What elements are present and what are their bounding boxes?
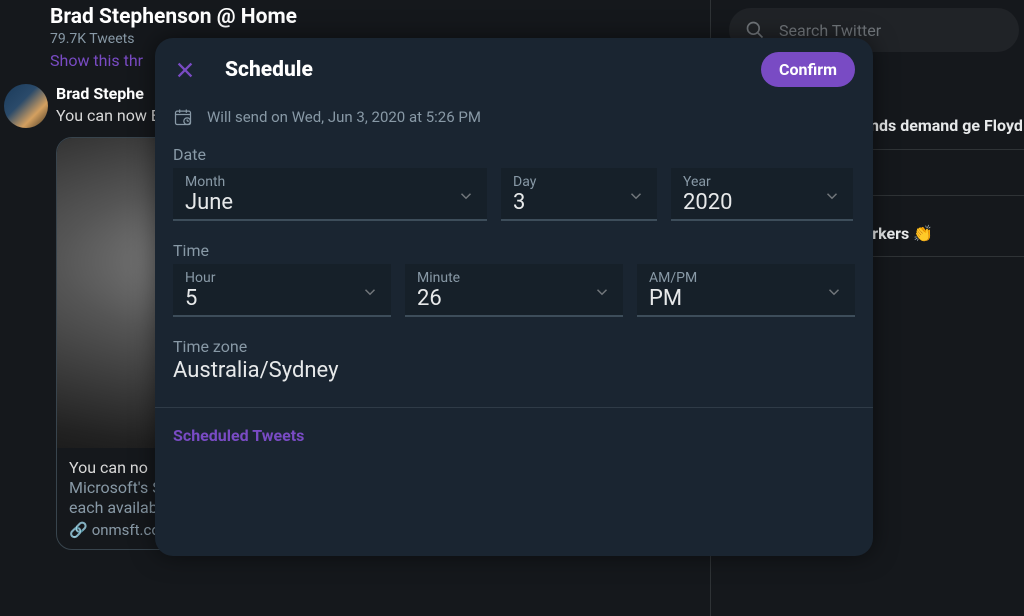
schedule-modal: Schedule Confirm Will send on Wed, Jun 3…	[155, 38, 873, 556]
send-time-text: Will send on Wed, Jun 3, 2020 at 5:26 PM	[207, 108, 481, 126]
confirm-button[interactable]: Confirm	[761, 52, 855, 87]
month-select[interactable]: Month June	[173, 168, 487, 221]
hour-label: Hour	[185, 270, 379, 286]
chevron-down-icon	[823, 187, 841, 209]
ampm-label: AM/PM	[649, 270, 843, 286]
day-label: Day	[513, 174, 645, 190]
page-title: Brad Stephenson @ Home	[50, 5, 660, 29]
month-value: June	[185, 190, 475, 215]
year-label: Year	[683, 174, 841, 190]
date-section-label: Date	[173, 145, 855, 164]
day-value: 3	[513, 190, 645, 215]
modal-title: Schedule	[225, 58, 733, 82]
hour-select[interactable]: Hour 5	[173, 264, 391, 317]
avatar[interactable]	[4, 84, 48, 128]
search-icon	[745, 20, 765, 40]
year-select[interactable]: Year 2020	[671, 168, 853, 221]
chevron-down-icon	[627, 187, 645, 209]
year-value: 2020	[683, 190, 841, 215]
scheduled-tweets-link[interactable]: Scheduled Tweets	[155, 408, 304, 445]
chevron-down-icon	[457, 187, 475, 209]
minute-label: Minute	[417, 270, 611, 286]
link-icon: 🔗	[69, 521, 88, 539]
ampm-value: PM	[649, 286, 843, 311]
chevron-down-icon	[825, 283, 843, 305]
chevron-down-icon	[361, 283, 379, 305]
calendar-icon	[173, 107, 193, 127]
timezone-label: Time zone	[173, 337, 855, 356]
search-placeholder: Search Twitter	[779, 21, 881, 40]
month-label: Month	[185, 174, 475, 190]
hour-value: 5	[185, 286, 379, 311]
minute-select[interactable]: Minute 26	[405, 264, 623, 317]
day-select[interactable]: Day 3	[501, 168, 657, 221]
time-section-label: Time	[173, 241, 855, 260]
ampm-select[interactable]: AM/PM PM	[637, 264, 855, 317]
timezone-value: Australia/Sydney	[173, 358, 855, 383]
close-button[interactable]	[173, 58, 197, 82]
chevron-down-icon	[593, 283, 611, 305]
minute-value: 26	[417, 286, 611, 311]
close-icon	[174, 59, 196, 81]
